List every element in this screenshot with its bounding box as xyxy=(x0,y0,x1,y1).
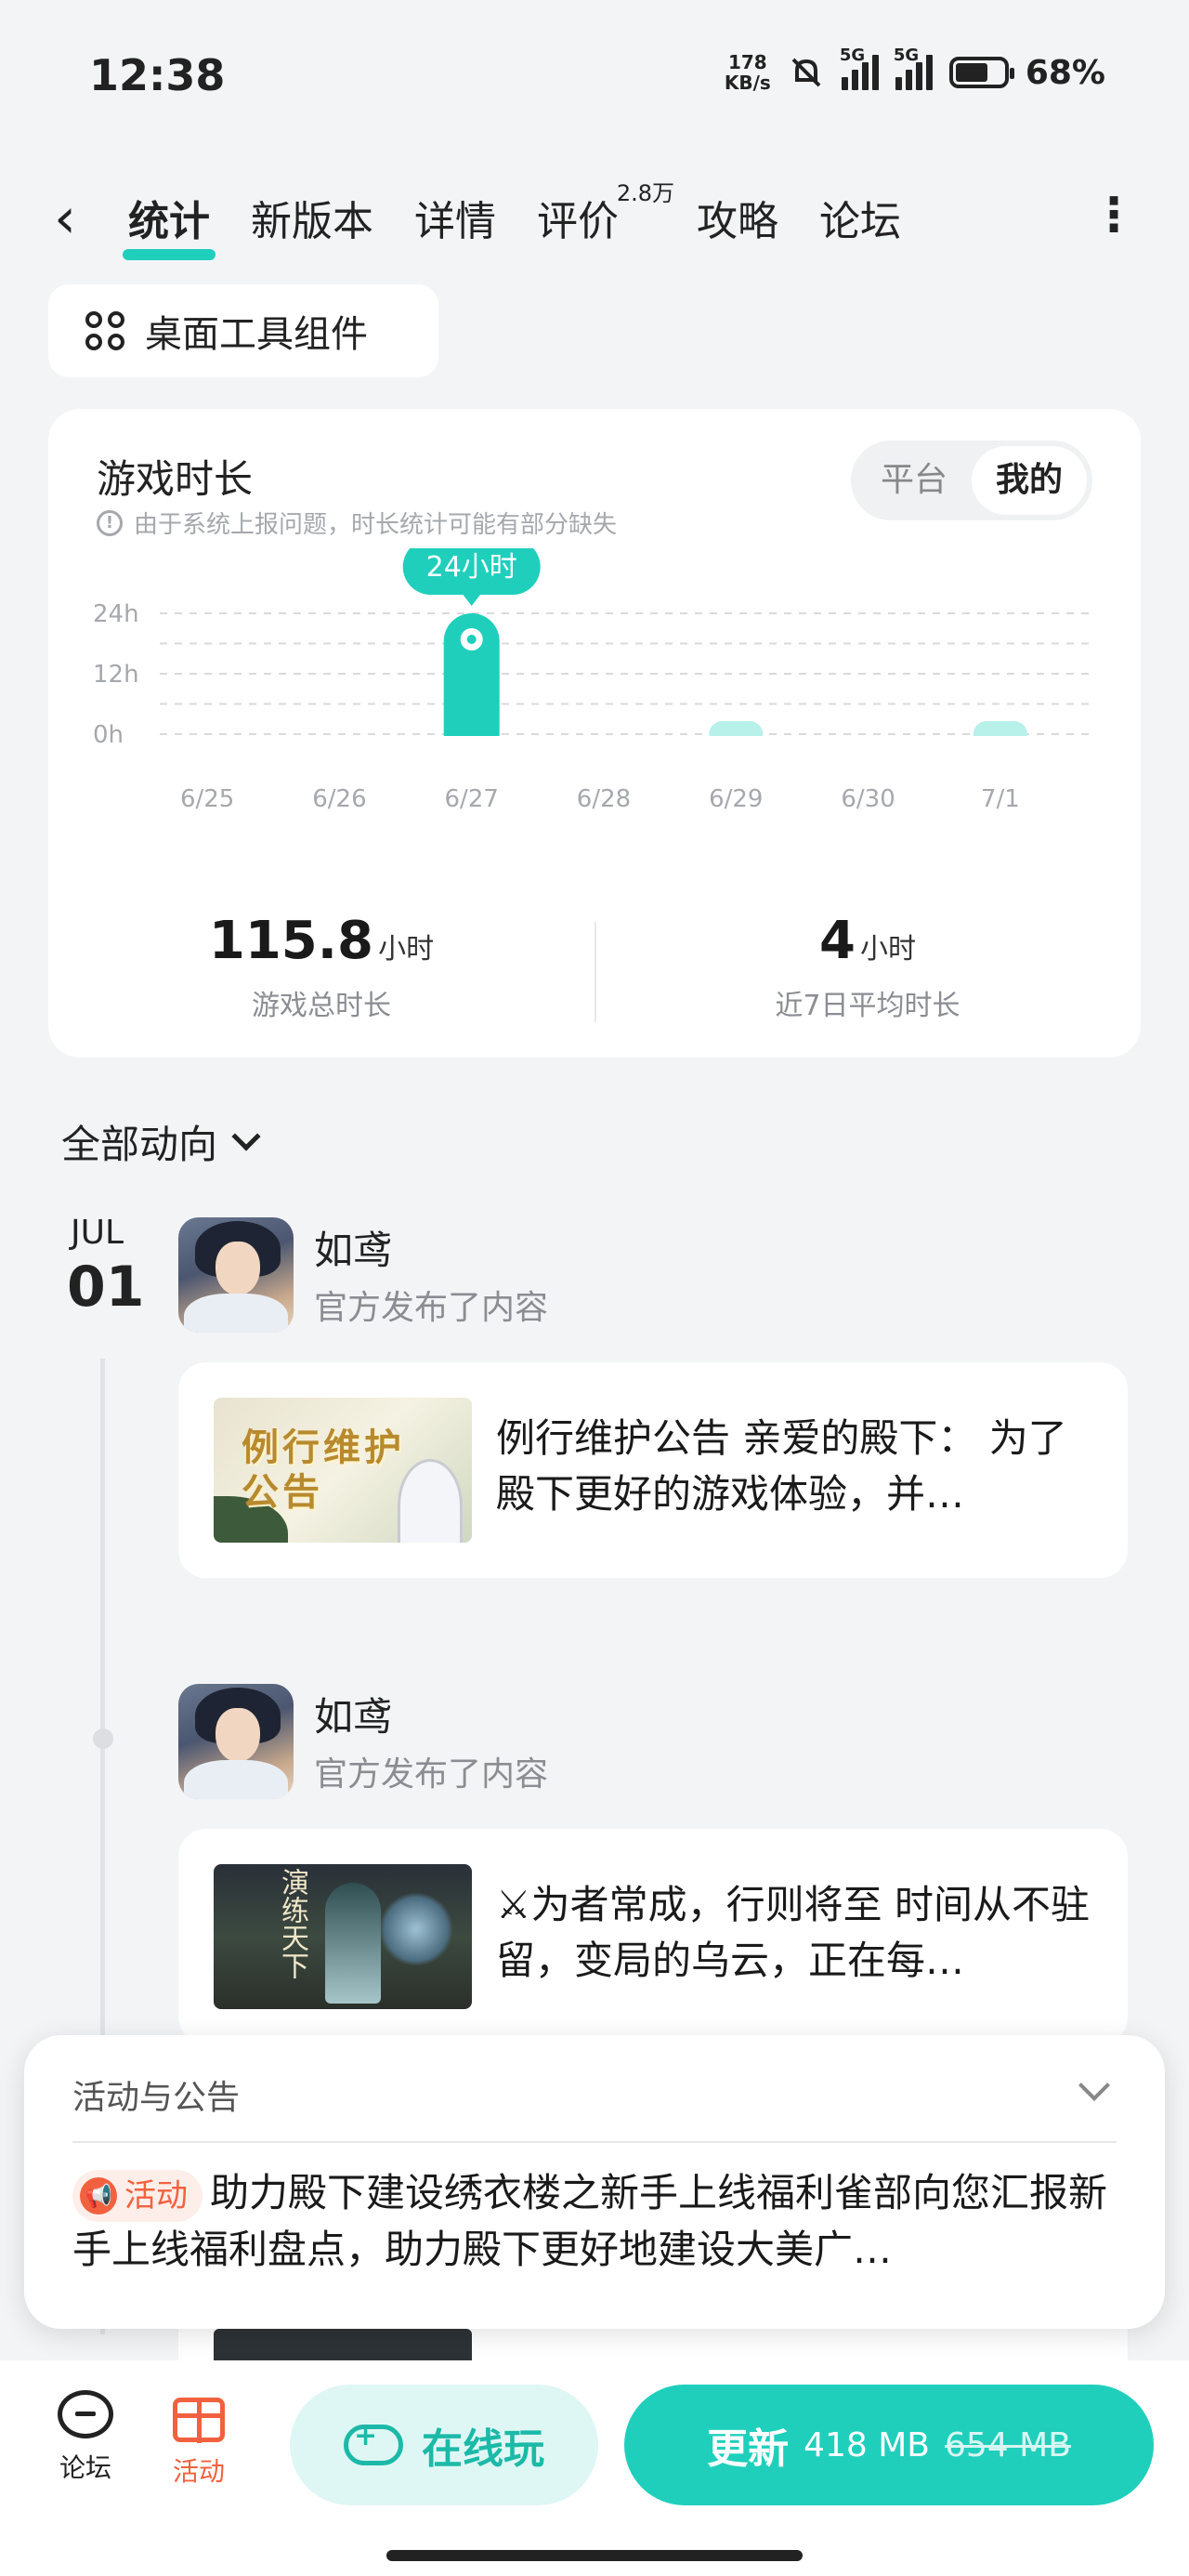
timeline-dot xyxy=(93,1728,113,1749)
average-playtime-label: 近7日平均时长 xyxy=(775,990,960,1022)
status-icons: 178 KB/s 5G 5G 68% xyxy=(724,46,1105,94)
post-thumbnail: 例行维护公告 xyxy=(214,1398,472,1543)
y-tick-label: 24h xyxy=(93,600,139,628)
feed-post[interactable]: 演练天下 ⚔为者常成，行则将至 时间从不驻留，变局的乌云，正在每… xyxy=(178,1829,1128,2044)
tab-new-version[interactable]: 新版本 xyxy=(251,188,373,247)
battery-icon xyxy=(948,57,1014,88)
x-tick-label: 6/30 xyxy=(841,785,895,813)
net-speed: 178 KB/s xyxy=(724,51,771,94)
date-day: 01 xyxy=(67,1255,145,1320)
total-playtime-unit: 小时 xyxy=(378,933,435,966)
activity-label: 活动 xyxy=(173,2456,226,2487)
playtime-note: ! 由于系统上报问题，时长统计可能有部分缺失 xyxy=(97,506,617,540)
forum-label: 论坛 xyxy=(59,2452,111,2483)
tab-details[interactable]: 详情 xyxy=(414,188,496,247)
announcement-item[interactable]: 📢 活动 助力殿下建设绣衣楼之新手上线福利雀部向您汇报新手上线福利盘点，助力殿下… xyxy=(72,2165,1122,2278)
announcement-panel[interactable]: 活动与公告 📢 活动 助力殿下建设绣衣楼之新手上线福利雀部向您汇报新手上线福利盘… xyxy=(24,2035,1165,2329)
megaphone-icon: 📢 xyxy=(80,2176,117,2215)
post-text: ⚔为者常成，行则将至 时间从不驻留，变局的乌云，正在每… xyxy=(496,1882,1091,1983)
playtime-title: 游戏时长 xyxy=(97,456,254,502)
battery-percent: 68% xyxy=(1025,53,1105,92)
mute-bell-icon xyxy=(791,58,821,87)
review-count: 2.8万 xyxy=(616,180,674,206)
x-tick-label: 6/27 xyxy=(445,785,499,813)
widgets-icon xyxy=(85,311,124,350)
tab-guides[interactable]: 攻略 xyxy=(697,188,778,247)
playtime-note-text: 由于系统上报问题，时长统计可能有部分缺失 xyxy=(134,511,618,539)
announcement-title: 活动与公告 xyxy=(72,2079,241,2117)
tab-forum[interactable]: 论坛 xyxy=(819,188,901,247)
total-playtime-label: 游戏总时长 xyxy=(252,990,391,1022)
forum-button[interactable]: 论坛 xyxy=(58,2390,113,2485)
signal-icon-2: 5G xyxy=(894,46,933,90)
chevron-down-icon xyxy=(231,1121,261,1151)
publisher-avatar[interactable] xyxy=(178,1217,294,1333)
activity-badge: 📢 活动 xyxy=(72,2169,203,2222)
total-playtime-value: 115.8 xyxy=(208,911,374,971)
desktop-widget-button[interactable]: 桌面工具组件 xyxy=(48,284,438,377)
publisher-name[interactable]: 如鸢 xyxy=(314,1219,392,1276)
tab-stats[interactable]: 统计 xyxy=(123,188,216,260)
tooltip-label: 24小时 xyxy=(426,551,517,584)
home-indicator xyxy=(386,2550,803,2561)
feed-filter-label: 全部动向 xyxy=(61,1122,218,1167)
announcement-text: 助力殿下建设绣衣楼之新手上线福利雀部向您汇报新手上线福利盘点，助力殿下更好地建设… xyxy=(72,2170,1108,2272)
playtime-card: 游戏时长 ! 由于系统上报问题，时长统计可能有部分缺失 平台 我的 0h 12h 2… xyxy=(48,409,1141,1058)
playtime-chart: 0h 12h 24h 6/25 6/26 24小时 6/27 6/28 6/29 6/30 7/1 xyxy=(93,548,1107,813)
chat-bubble-icon xyxy=(58,2390,113,2438)
post-text: 例行维护公告 亲爱的殿下： 为了殿下更好的游戏体验，并… xyxy=(496,1415,1067,1517)
activity-button[interactable]: 活动 xyxy=(173,2390,225,2489)
x-tick-label: 6/29 xyxy=(709,785,763,813)
publish-action: 官方发布了内容 xyxy=(314,1289,549,1327)
date-month: JUL xyxy=(71,1214,124,1252)
x-tick-label: 6/26 xyxy=(312,785,366,813)
collapse-chevron-icon[interactable] xyxy=(1078,2070,1110,2101)
y-tick-label: 0h xyxy=(93,721,124,749)
cloud-gamepad-icon xyxy=(344,2420,403,2465)
toggle-mine[interactable]: 我的 xyxy=(972,446,1087,515)
average-playtime-unit: 小时 xyxy=(860,933,917,966)
play-online-button[interactable]: 在线玩 xyxy=(290,2385,598,2505)
gift-icon xyxy=(173,2398,225,2443)
clock: 12:38 xyxy=(89,50,226,100)
total-playtime: 115.8 小时 游戏总时长 xyxy=(48,911,594,1023)
publisher-name[interactable]: 如鸢 xyxy=(314,1686,392,1742)
update-size: 418 MB xyxy=(804,2425,930,2464)
more-icon[interactable]: ⋮ xyxy=(1091,188,1137,242)
tab-bar: 统计 新版本 详情 评价 2.8万 攻略 论坛 xyxy=(123,180,901,260)
divider xyxy=(72,2141,1117,2143)
tab-reviews[interactable]: 评价 2.8万 xyxy=(537,180,674,247)
source-toggle: 平台 我的 xyxy=(851,440,1092,520)
average-playtime-value: 4 xyxy=(818,911,856,971)
publisher-avatar[interactable] xyxy=(178,1684,294,1799)
top-nav: ‹ 统计 新版本 详情 评价 2.8万 攻略 论坛 ⋮ xyxy=(0,167,1189,269)
status-bar: 12:38 178 KB/s 5G 5G 68% xyxy=(0,0,1189,158)
feed-post[interactable]: 例行维护公告 例行维护公告 亲爱的殿下： 为了殿下更好的游戏体验，并… xyxy=(178,1362,1128,1578)
x-tick-label: 6/28 xyxy=(577,785,631,813)
feed-filter-dropdown[interactable]: 全部动向 xyxy=(61,1113,261,1170)
desktop-widget-label: 桌面工具组件 xyxy=(145,313,368,356)
play-online-label: 在线玩 xyxy=(422,2425,544,2473)
thumbnail-title: 演练天下 xyxy=(276,1868,308,1979)
bar-marker-dot xyxy=(466,635,477,644)
tooltip-pointer xyxy=(462,594,481,606)
activity-badge-label: 活动 xyxy=(124,2176,188,2215)
y-tick-label: 12h xyxy=(93,661,139,689)
update-button[interactable]: 更新 418 MB 654 MB xyxy=(624,2385,1154,2505)
x-tick-label: 6/25 xyxy=(180,785,234,813)
publish-action: 官方发布了内容 xyxy=(314,1755,549,1794)
update-label: 更新 xyxy=(707,2425,790,2473)
average-playtime: 4 小时 近7日平均时长 xyxy=(594,911,1141,1023)
back-icon[interactable]: ‹ xyxy=(54,186,76,251)
baseline-mask xyxy=(141,736,1107,773)
post-thumbnail: 演练天下 xyxy=(214,1864,472,2009)
tab-reviews-label: 评价 xyxy=(537,198,619,245)
bottom-action-bar: 论坛 活动 在线玩 更新 418 MB 654 MB xyxy=(0,2360,1189,2576)
update-old-size: 654 MB xyxy=(945,2425,1071,2464)
signal-icon: 5G xyxy=(840,46,879,90)
x-tick-label: 7/1 xyxy=(981,785,1020,813)
toggle-platform[interactable]: 平台 xyxy=(856,446,972,515)
thumbnail-title: 例行维护公告 xyxy=(242,1426,405,1514)
info-icon: ! xyxy=(97,509,123,536)
